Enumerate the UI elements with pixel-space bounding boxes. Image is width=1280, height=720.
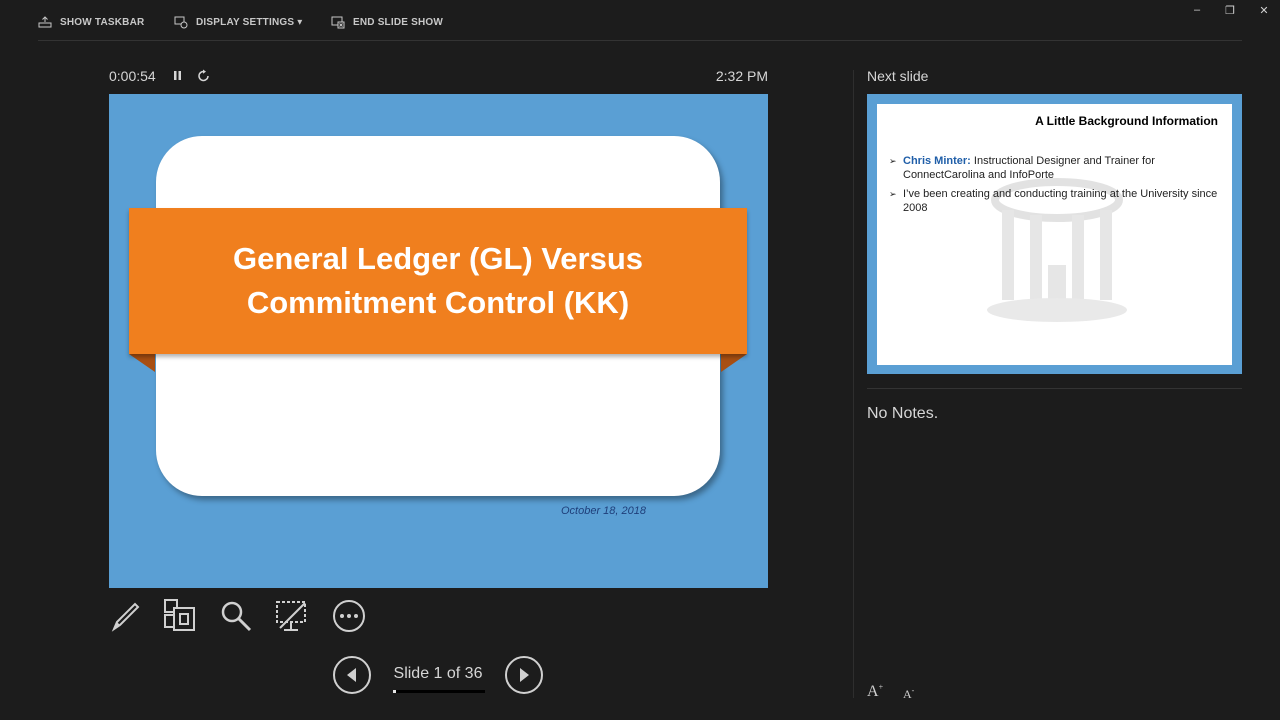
next-slide-bullet: ➢ Chris Minter: Instructional Designer a…: [889, 154, 1219, 182]
next-arrow-icon: [505, 656, 543, 694]
display-settings-label: DISPLAY SETTINGS ▾: [196, 16, 303, 28]
restart-timer-button[interactable]: [196, 68, 212, 84]
current-slide[interactable]: General Ledger (GL) Versus Commitment Co…: [109, 94, 768, 588]
end-slide-show-button[interactable]: END SLIDE SHOW: [331, 12, 443, 32]
font-decrease-icon: A-: [903, 686, 915, 701]
arrow-bullet-icon: ➢: [889, 189, 897, 199]
pause-icon: [174, 71, 181, 80]
toolbar-divider: [38, 40, 1242, 41]
end-show-icon: [331, 16, 345, 29]
bullet-text: Chris Minter: Instructional Designer and…: [903, 154, 1219, 182]
bullet-body: I’ve been creating and conducting traini…: [903, 188, 1218, 214]
black-screen-icon: [276, 601, 306, 631]
zoom-icon: [221, 601, 252, 632]
font-increase-icon: A+: [867, 683, 884, 701]
slides-grid-icon: [164, 599, 195, 631]
restart-icon: [198, 69, 209, 82]
taskbar-icon: [38, 16, 52, 28]
next-slide-button[interactable]: [505, 656, 543, 694]
see-all-slides-button[interactable]: [162, 598, 198, 634]
minimize-button[interactable]: –: [1187, 4, 1207, 16]
black-screen-button[interactable]: [274, 598, 310, 634]
pane-divider[interactable]: [853, 70, 854, 698]
more-options-button[interactable]: [331, 598, 367, 634]
presenter-toolbar: SHOW TASKBAR DISPLAY SETTINGS ▾ END SLID…: [0, 0, 1280, 42]
next-slide-title: A Little Background Information: [1035, 114, 1218, 128]
display-settings-icon: [174, 16, 188, 29]
close-button[interactable]: ✕: [1254, 4, 1274, 17]
zoom-button[interactable]: [218, 598, 254, 634]
more-options-icon: [333, 600, 365, 632]
restore-button[interactable]: ❐: [1220, 4, 1240, 17]
slide-date: October 18, 2018: [561, 505, 647, 517]
notes-divider[interactable]: [867, 388, 1242, 389]
current-time: 2:32 PM: [715, 68, 768, 84]
title-ribbon: General Ledger (GL) Versus Commitment Co…: [129, 208, 747, 354]
slide-progress-bar: [393, 690, 485, 693]
ribbon-fold-left: [129, 354, 155, 372]
show-taskbar-label: SHOW TASKBAR: [60, 16, 145, 28]
previous-slide-button[interactable]: [333, 656, 371, 694]
show-taskbar-button[interactable]: SHOW TASKBAR: [38, 12, 144, 32]
end-slide-show-label: END SLIDE SHOW: [353, 16, 444, 28]
pen-tool-button[interactable]: [108, 598, 144, 634]
next-slide-preview[interactable]: A Little Background Information ➢ Chris …: [867, 94, 1242, 374]
elapsed-timer: 0:00:54: [109, 68, 156, 84]
decrease-font-button[interactable]: A-: [903, 686, 914, 702]
next-slide-bullets: ➢ Chris Minter: Instructional Designer a…: [889, 154, 1219, 220]
next-slide-bullet: ➢ I’ve been creating and conducting trai…: [889, 187, 1219, 215]
slide-counter: Slide 1 of 36: [393, 665, 483, 682]
display-settings-button[interactable]: DISPLAY SETTINGS ▾: [174, 12, 302, 32]
previous-arrow-icon: [333, 656, 371, 694]
next-slide-label: Next slide: [867, 68, 929, 84]
pause-timer-button[interactable]: [170, 68, 186, 84]
pen-icon: [111, 602, 140, 632]
ribbon-fold-right: [721, 354, 747, 372]
slide-progress-fill: [393, 690, 396, 693]
next-slide-canvas: A Little Background Information ➢ Chris …: [877, 104, 1232, 365]
bullet-highlight: Chris Minter:: [903, 155, 971, 167]
speaker-notes[interactable]: No Notes.: [867, 405, 938, 423]
slide-title-line1: General Ledger (GL) Versus: [232, 241, 644, 276]
increase-font-button[interactable]: A+: [867, 683, 883, 701]
slide-title: General Ledger (GL) Versus Commitment Co…: [158, 237, 718, 325]
arrow-bullet-icon: ➢: [889, 156, 897, 166]
slide-title-line2: Commitment Control (KK): [246, 285, 630, 320]
